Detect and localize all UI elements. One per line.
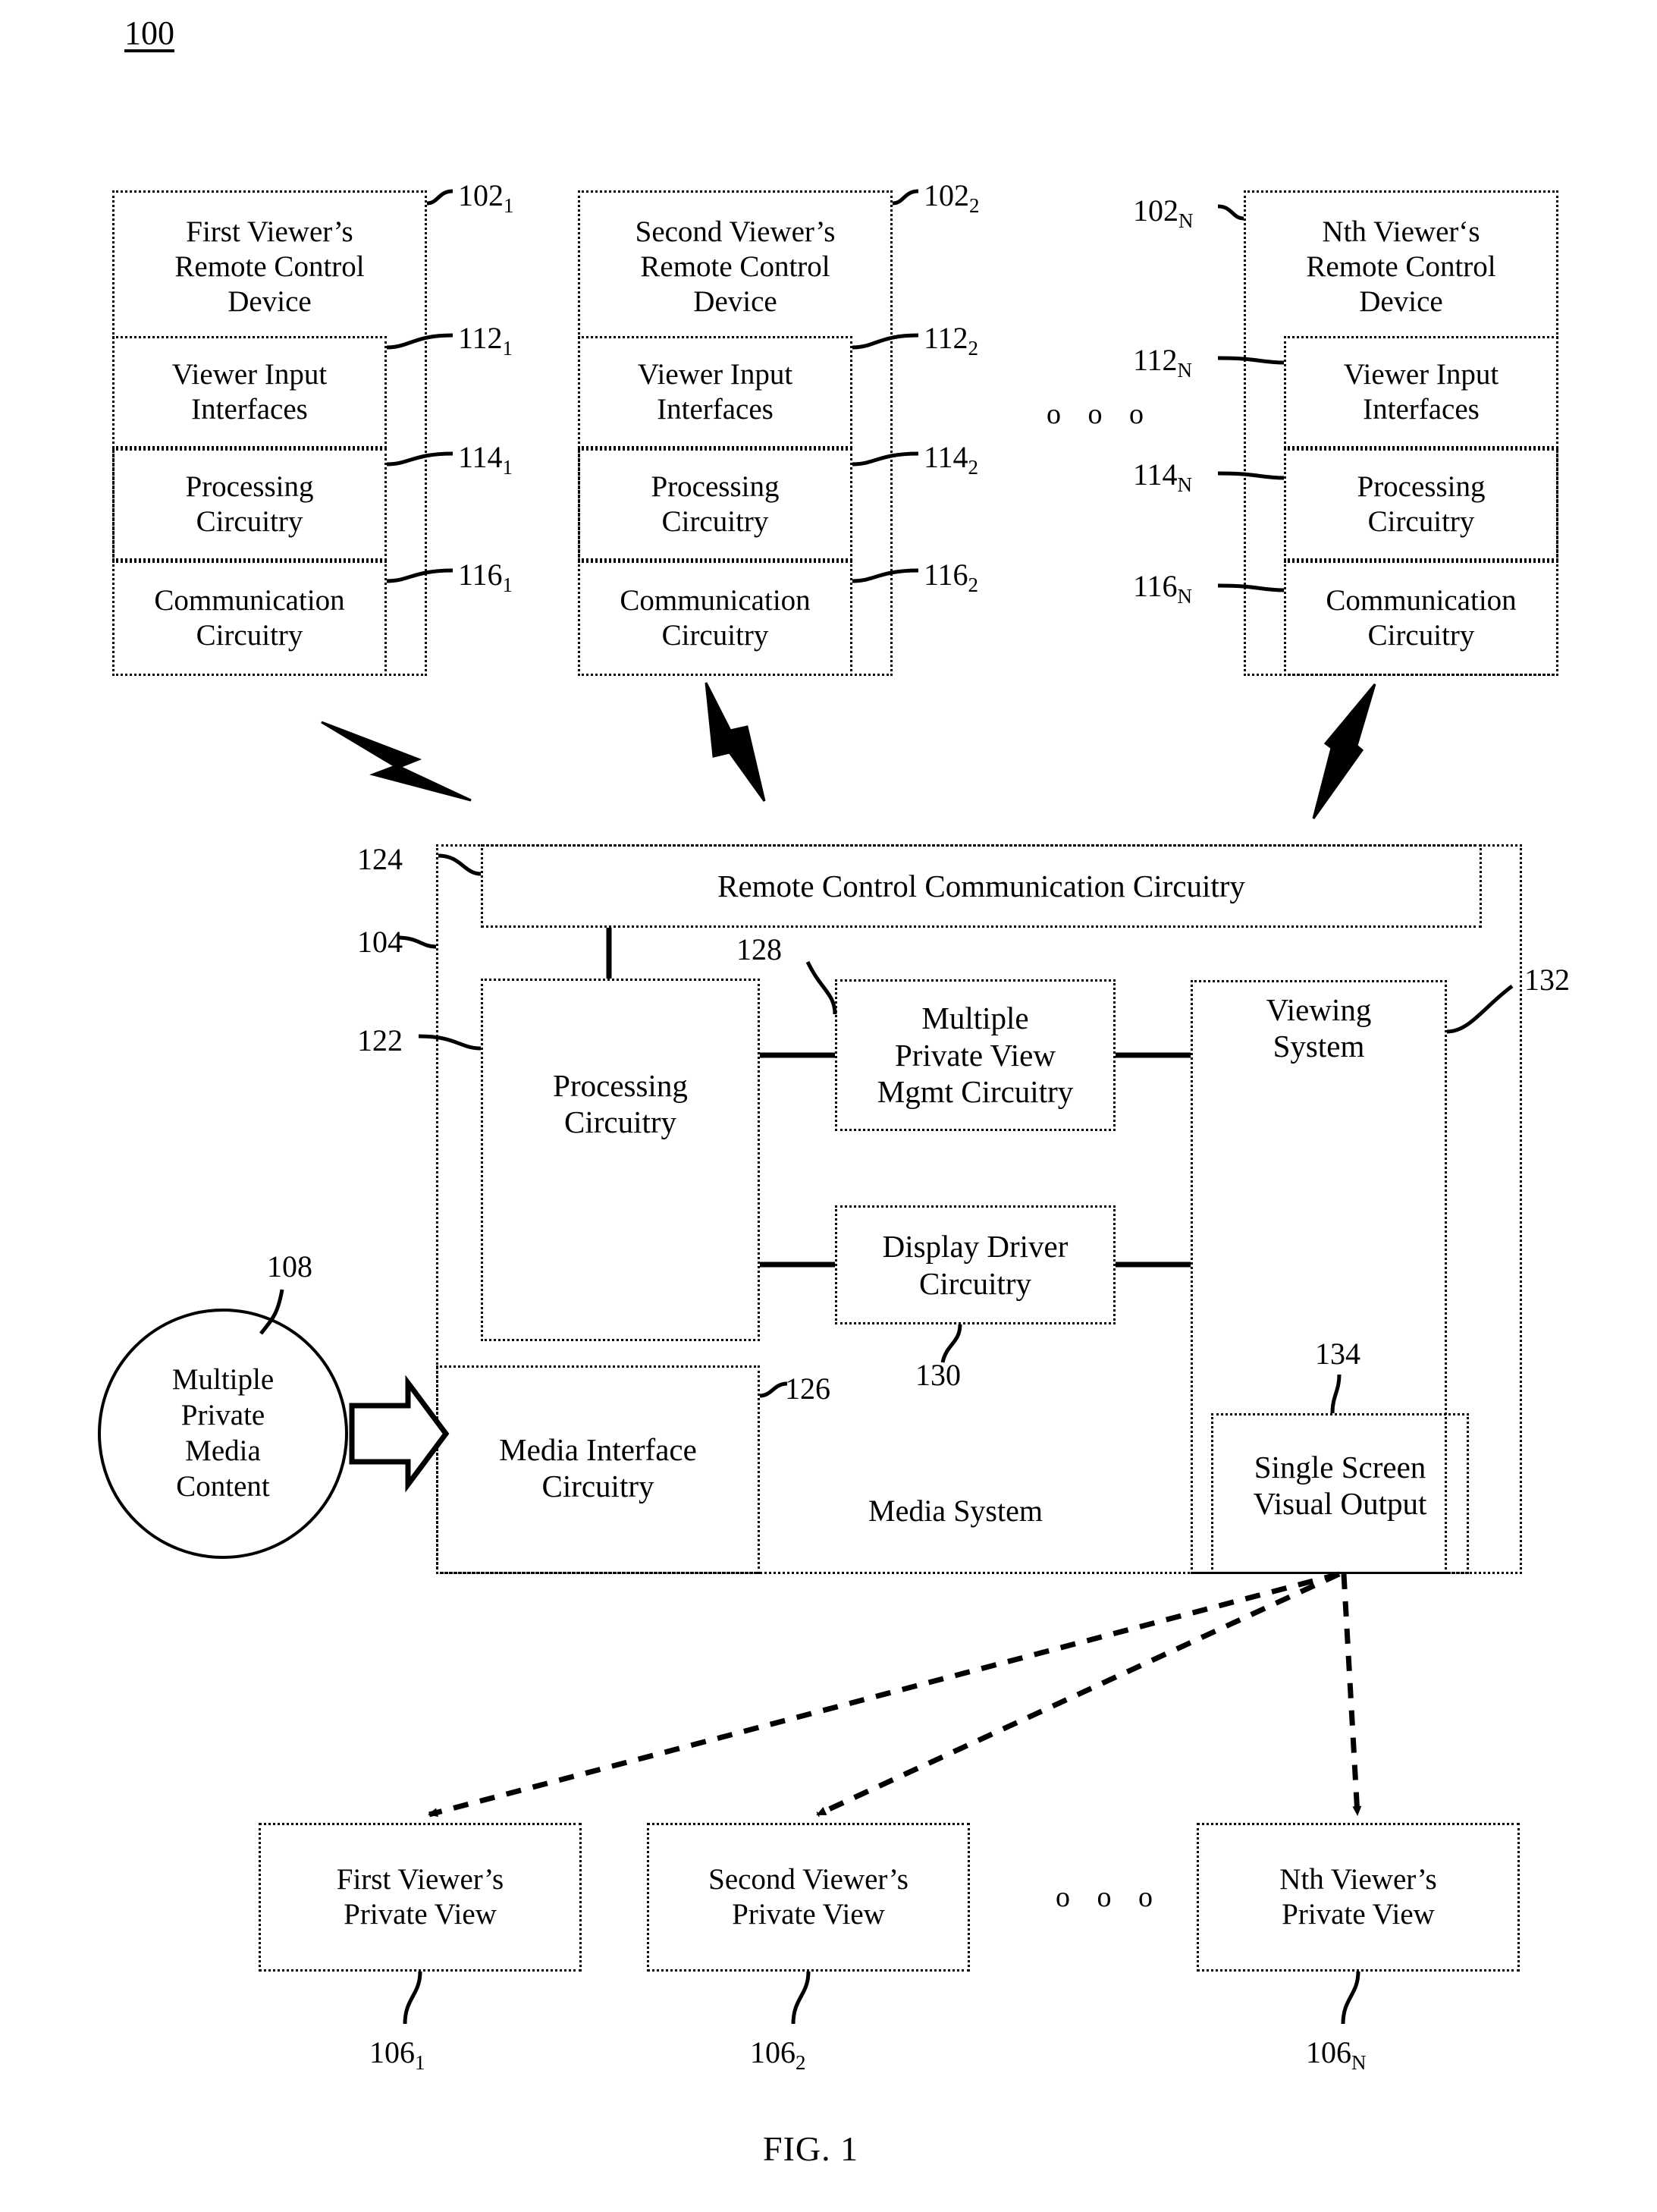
diagram-vector-layer (259, 189, 1514, 2025)
leader-line-122 (418, 1034, 482, 1051)
leader-lines-device-n (1217, 204, 1285, 592)
arrow-to-private-view-n (1341, 1573, 1362, 1816)
leader-lines-device-2 (852, 189, 919, 583)
leader-line-108 (259, 1289, 284, 1335)
lightning-bolt-1 (321, 721, 472, 802)
leader-line-124 (438, 853, 482, 876)
arrow-to-private-view-1 (428, 1571, 1340, 1818)
leader-line-126 (759, 1381, 788, 1398)
leader-lines-private-views (403, 1971, 1360, 2025)
media-content-block-arrow (349, 1375, 450, 1493)
lightning-bolt-2 (705, 682, 766, 802)
leader-line-132 (1446, 984, 1514, 1034)
lightning-bolt-3 (1312, 683, 1376, 819)
leader-lines-device-1 (386, 189, 453, 583)
internal-connectors (606, 928, 1191, 1268)
arrow-to-private-view-2 (816, 1571, 1341, 1818)
leader-line-104 (397, 935, 437, 949)
private-view-arrows (428, 1571, 1362, 1818)
patent-figure-page: 100 First Viewer’s Remote Control Device… (0, 0, 1657, 2212)
leader-line-130 (940, 1324, 962, 1363)
leader-line-134 (1330, 1374, 1342, 1414)
leader-line-128 (805, 960, 837, 1015)
